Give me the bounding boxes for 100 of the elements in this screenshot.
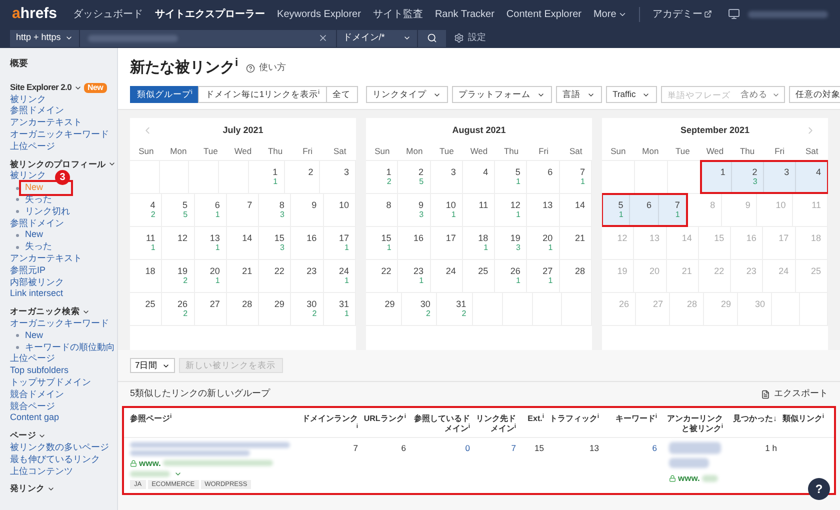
column-header[interactable]: アンカーリンクと被リンク$^{i}$	[661, 414, 727, 434]
sidebar-section[interactable]: 被リンクのプロフィール	[10, 158, 116, 170]
sidebar-link[interactable]: 上位ページ	[10, 140, 55, 153]
sidebar-link[interactable]: 上位コンテンツ	[10, 466, 73, 478]
sidebar-link[interactable]: オーガニックキーワード	[10, 128, 109, 141]
sidebar-link[interactable]: Top subfolders	[10, 365, 69, 377]
calendar-day[interactable]: 13	[527, 194, 560, 226]
sidebar-link[interactable]: 参照ドメイン	[10, 218, 64, 230]
calendar-day[interactable]: 15 3	[259, 227, 292, 259]
sidebar-link[interactable]: 競合ページ	[10, 400, 55, 412]
column-header[interactable]: URLランク$^{i}$	[362, 414, 410, 424]
calendar-day[interactable]: 1	[700, 161, 732, 193]
calendar-day[interactable]: 4	[796, 161, 828, 193]
calendar-day[interactable]: 19 2	[162, 260, 195, 292]
calendar-day[interactable]: 31 1	[324, 293, 356, 325]
sidebar-link[interactable]: 内部被リンク	[10, 276, 64, 288]
calendar-day[interactable]: 5 1	[495, 161, 528, 193]
sidebar-section[interactable]: ページ	[10, 430, 46, 442]
nav-link[interactable]: サイトエクスプローラー	[155, 6, 266, 22]
sidebar-section[interactable]: 発リンク	[10, 483, 55, 496]
calendar-day[interactable]: 20 1	[194, 260, 227, 292]
anchor-url[interactable]: www.	[678, 472, 700, 485]
sidebar-link[interactable]: 競合ドメイン	[10, 388, 64, 401]
calendar-day[interactable]: 28	[560, 260, 592, 292]
calendar-day[interactable]: 12 1	[495, 194, 528, 226]
column-header[interactable]: Ext.$^{i}$	[520, 414, 548, 424]
calendar-day[interactable]: 28	[226, 293, 260, 325]
sidebar-link[interactable]: 被リンク	[10, 170, 46, 182]
calendar-day[interactable]: 20 1	[527, 227, 560, 259]
calendar-day[interactable]: 10	[324, 194, 356, 226]
sidebar-section[interactable]: オーガニック検索	[10, 306, 90, 318]
sidebar-link[interactable]: 被リンク	[10, 94, 46, 106]
calendar-day[interactable]: 4 2	[130, 194, 162, 226]
sidebar-link[interactable]: Link intersect	[10, 288, 64, 300]
logo[interactable]: ahrefs	[12, 2, 58, 26]
calendar-day[interactable]: 16	[398, 227, 431, 259]
calendar-day[interactable]: 15 1	[366, 227, 398, 259]
nav-link[interactable]: Content Explorer	[506, 6, 582, 22]
calendar-day[interactable]: 27 1	[527, 260, 560, 292]
calendar-day[interactable]: 30 2	[402, 293, 438, 325]
calendar-day[interactable]: 3	[764, 161, 796, 193]
nav-link[interactable]: アカデミー	[639, 6, 712, 22]
calendar-day[interactable]: 5 1	[602, 194, 630, 226]
help-link[interactable]: 使い方	[246, 61, 286, 75]
calendar-day[interactable]: 2	[284, 161, 320, 193]
filter-dropdown[interactable]: プラットフォーム	[452, 86, 552, 103]
calendar-day[interactable]: 3	[430, 161, 463, 193]
calendar-day[interactable]: 9 3	[398, 194, 431, 226]
calendar-day[interactable]: 27	[194, 293, 227, 325]
sidebar-section[interactable]: Site Explorer 2.0 New	[10, 82, 108, 94]
calendar-day[interactable]: 23	[291, 260, 324, 292]
calendar-day[interactable]: 6	[527, 161, 560, 193]
calendar-day[interactable]: 16	[291, 227, 324, 259]
calendar-day[interactable]: 1 1	[248, 161, 285, 193]
sidebar-link[interactable]: 失った	[25, 241, 52, 253]
sidebar-link[interactable]: アンカーテキスト	[10, 117, 82, 129]
calendar-day[interactable]: 19 3	[495, 227, 528, 259]
calendar-day[interactable]: 12	[162, 227, 195, 259]
sidebar-link[interactable]: 参照ドメイン	[10, 105, 64, 118]
calendar-day[interactable]: 4	[462, 161, 496, 193]
calendar-day[interactable]: 17	[430, 227, 463, 259]
sidebar-link[interactable]: 参照元IP	[10, 264, 46, 277]
sidebar-link[interactable]: キーワードの順位動向	[25, 342, 115, 354]
settings-button[interactable]: 設定	[454, 31, 486, 45]
nav-link[interactable]: ダッシュボード	[73, 6, 144, 22]
column-header[interactable]: キーワード$^{i}$	[603, 414, 661, 424]
calendar-day[interactable]: 10 1	[430, 194, 463, 226]
period-select[interactable]: 7日間	[130, 358, 175, 373]
calendar-day[interactable]: 6	[630, 194, 659, 226]
sidebar-link[interactable]: New	[25, 229, 44, 242]
calendar-day[interactable]: 29	[259, 293, 292, 325]
calendar-day[interactable]: 11	[462, 194, 496, 226]
calendar-day[interactable]: 7	[226, 194, 260, 226]
column-header[interactable]: 類似リンク$^{i}$	[781, 414, 828, 424]
calendar-day[interactable]: 13 1	[194, 227, 227, 259]
calendar-day[interactable]: 3	[320, 161, 356, 193]
calendar-day[interactable]: 14	[226, 227, 260, 259]
calendar-day[interactable]: 2 5	[398, 161, 431, 193]
column-header[interactable]: 参照しているドメイン$^{i}$	[410, 414, 474, 434]
table-cell[interactable]: 7	[474, 442, 520, 455]
nav-link[interactable]: Rank Tracker	[434, 6, 494, 22]
target-dropdown[interactable]: 任意の対象	[788, 86, 840, 103]
nav-link[interactable]: More	[593, 6, 628, 22]
calendar-day[interactable]: 18	[130, 260, 162, 292]
sidebar-link[interactable]: 上位ページ	[10, 353, 55, 366]
calendar-day[interactable]: 17 1	[324, 227, 356, 259]
sidebar-link[interactable]: 失った	[25, 194, 52, 206]
column-header[interactable]: リンク先ドメイン$^{i}$	[474, 414, 520, 434]
table-cell[interactable]: 0	[410, 442, 474, 455]
calendar-day[interactable]: 24	[430, 260, 463, 292]
calendar-day[interactable]: 5 5	[162, 194, 195, 226]
nav-link[interactable]: サイト監査	[372, 6, 423, 22]
filter-dropdown[interactable]: リンクタイプ	[366, 86, 448, 103]
sidebar-link[interactable]: New	[25, 330, 44, 342]
calendar-day[interactable]: 21	[560, 227, 592, 259]
calendar-day[interactable]: 6 1	[194, 194, 227, 226]
sidebar-link[interactable]: トップサブドメイン	[10, 376, 91, 389]
column-header[interactable]: 参照ページ$^{i}$	[130, 414, 302, 424]
sidebar-link[interactable]: オーガニックキーワード	[10, 318, 109, 330]
calendar-day[interactable]: 18 1	[462, 227, 496, 259]
